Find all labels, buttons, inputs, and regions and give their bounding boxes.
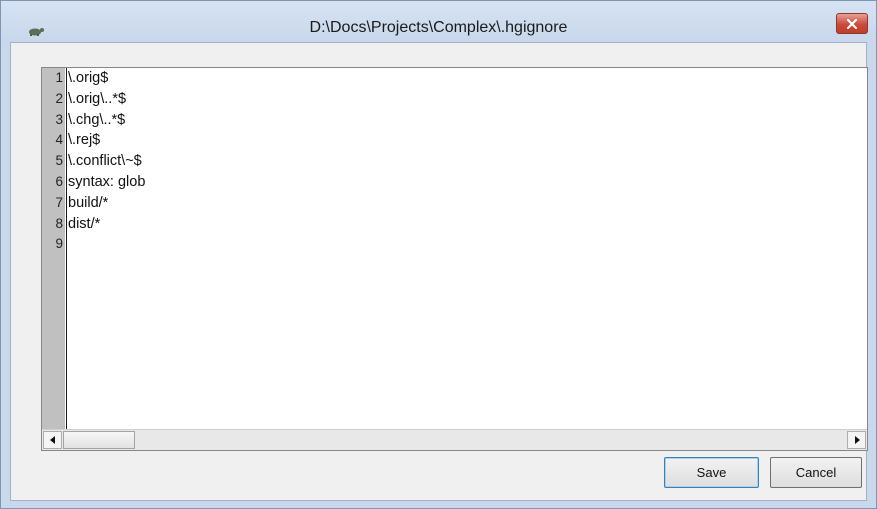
line-number: 5: [55, 153, 63, 169]
code-line[interactable]: build/*: [67, 193, 867, 214]
scroll-right-button[interactable]: [847, 431, 866, 449]
triangle-right-icon: [854, 431, 860, 449]
line-number: 9: [55, 236, 63, 252]
line-number: 6: [55, 173, 63, 189]
cancel-button[interactable]: Cancel: [770, 457, 862, 488]
code-line[interactable]: \.conflict\~$: [67, 151, 867, 172]
title-bar[interactable]: D:\Docs\Projects\Complex\.hgignore: [1, 1, 876, 42]
code-line[interactable]: syntax: glob: [67, 172, 867, 193]
line-number: 1: [55, 70, 63, 85]
code-line[interactable]: \.chg\..*$: [67, 110, 867, 131]
editor-dialog: D:\Docs\Projects\Complex\.hgignore 1 2 3…: [0, 0, 877, 509]
code-line[interactable]: \.orig\..*$: [67, 89, 867, 110]
window-title: D:\Docs\Projects\Complex\.hgignore: [309, 19, 568, 36]
line-number: 3: [55, 111, 63, 127]
horizontal-scrollbar[interactable]: [42, 429, 867, 450]
save-button[interactable]: Save: [664, 457, 759, 488]
triangle-left-icon: [49, 431, 56, 449]
code-line[interactable]: [67, 234, 867, 255]
line-number: 7: [55, 194, 63, 210]
code-line[interactable]: \.rej$: [67, 130, 867, 151]
line-number: 2: [55, 90, 63, 106]
code-line[interactable]: dist/*: [67, 214, 867, 235]
close-button[interactable]: [836, 13, 868, 34]
scrollbar-thumb[interactable]: [63, 431, 135, 449]
line-number: 4: [55, 132, 63, 148]
line-number-gutter: 1 2 3 4 5 6 7 8 9: [42, 68, 65, 430]
dialog-body: 1 2 3 4 5 6 7 8 9 \.orig$ \.orig\..*$ \.…: [10, 42, 868, 501]
text-editor[interactable]: 1 2 3 4 5 6 7 8 9 \.orig$ \.orig\..*$ \.…: [41, 67, 868, 451]
close-icon: [847, 18, 857, 29]
code-area[interactable]: \.orig$ \.orig\..*$ \.chg\..*$ \.rej$ \.…: [66, 68, 867, 430]
code-line[interactable]: \.orig$: [67, 68, 867, 89]
scroll-left-button[interactable]: [43, 431, 62, 449]
line-number: 8: [55, 215, 63, 231]
